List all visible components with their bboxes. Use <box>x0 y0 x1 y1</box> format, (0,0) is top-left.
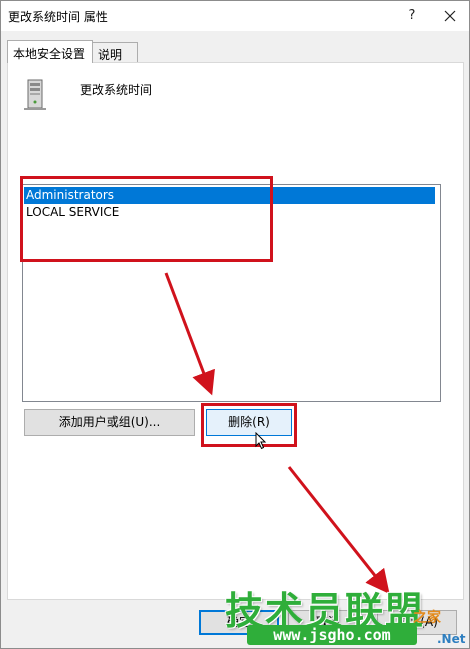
watermark-net: .Net <box>437 632 466 646</box>
close-icon <box>444 10 456 22</box>
close-button[interactable] <box>431 1 469 31</box>
server-icon <box>21 79 51 114</box>
properties-dialog: 更改系统时间 属性 ? 本地安全设置 说明 更改系统时间 Administrat… <box>0 0 470 649</box>
help-button[interactable]: ? <box>397 1 427 31</box>
tab-explain[interactable]: 说明 <box>92 42 138 63</box>
annotation-box-remove <box>201 403 297 447</box>
watermark-suffix: 之家 <box>413 610 441 626</box>
add-user-or-group-button[interactable]: 添加用户或组(U)... <box>24 409 195 436</box>
watermark-url: www.jsgho.com <box>247 625 417 645</box>
title-bar: 更改系统时间 属性 ? <box>1 1 469 31</box>
tab-local-security-setting[interactable]: 本地安全设置 <box>7 40 93 63</box>
policy-name: 更改系统时间 <box>80 83 153 97</box>
annotation-box-list <box>20 176 273 262</box>
mouse-cursor-icon <box>255 431 267 453</box>
window-title: 更改系统时间 属性 <box>8 10 108 24</box>
